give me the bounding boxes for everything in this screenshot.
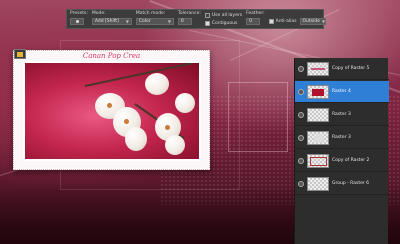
orchid-flower — [125, 127, 147, 151]
photo-card[interactable]: Canan Pop Crea — [13, 50, 210, 170]
layer-row[interactable]: Copy of Raster 2 — [295, 150, 389, 172]
wand-icon — [75, 20, 79, 23]
layer-thumbnail — [307, 153, 329, 168]
antialias-value: Outside — [302, 19, 320, 24]
mode-group: Mode: Add [Shift] ▼ — [91, 11, 132, 25]
mode-value: Add [Shift] — [94, 19, 119, 24]
visibility-eye-icon[interactable] — [298, 134, 304, 141]
presets-group: Presets: — [70, 11, 88, 25]
layer-name: Group - Raster 6 — [332, 181, 369, 186]
tolerance-group: Tolerance: 0 — [177, 11, 201, 25]
layer-thumbnail — [307, 107, 329, 122]
use-all-layers-label: Use all layers — [211, 13, 243, 18]
layer-row-selected[interactable]: Raster 4 — [295, 81, 389, 103]
layer-name: Copy of Raster 2 — [332, 158, 370, 163]
layer-thumbnail — [307, 130, 329, 145]
layer-name: Raster 3 — [332, 112, 351, 117]
visibility-eye-icon[interactable] — [298, 88, 304, 95]
image-icon — [14, 49, 26, 59]
feather-group: Feather: 0 — [246, 11, 265, 25]
orchid-photo — [23, 61, 201, 161]
layer-name: Raster 4 — [332, 89, 351, 94]
presets-label: Presets: — [70, 11, 88, 16]
match-mode-value: Color — [138, 19, 151, 24]
match-mode-select[interactable]: Color ▼ — [135, 18, 174, 25]
antialias-checkbox[interactable]: Anti-alias — [268, 18, 297, 25]
visibility-eye-icon[interactable] — [298, 111, 304, 118]
layer-thumbnail — [307, 61, 329, 76]
presets-dropdown[interactable] — [70, 18, 84, 25]
use-all-layers-checkbox[interactable]: Use all layers — [204, 12, 243, 19]
checkbox-checked-icon — [268, 19, 274, 24]
checkbox-checked-icon — [204, 21, 210, 26]
orchid-flower — [165, 135, 185, 155]
tolerance-value: 0 — [180, 19, 184, 24]
layer-thumbnail — [307, 176, 329, 191]
contiguous-label: Contiguous — [211, 21, 238, 26]
visibility-eye-icon[interactable] — [298, 65, 304, 72]
chevron-down-icon: ▼ — [125, 19, 129, 24]
antialias-group: Anti-alias Outside ▼ — [268, 18, 326, 25]
layer-options-group: Use all layers Contiguous — [204, 12, 243, 27]
orchid-flower — [145, 73, 169, 95]
layer-name: Raster 3 — [332, 135, 351, 140]
visibility-eye-icon[interactable] — [298, 157, 304, 164]
mode-select[interactable]: Add [Shift] ▼ — [91, 18, 132, 25]
visibility-eye-icon[interactable] — [298, 180, 304, 187]
checkbox-icon — [204, 13, 210, 18]
layer-row[interactable]: Raster 3 — [295, 104, 389, 126]
layers-panel: Copy of Raster 5 Raster 4 Raster 3 Raste… — [294, 58, 389, 244]
contiguous-checkbox[interactable]: Contiguous — [204, 20, 242, 27]
stem — [84, 63, 193, 87]
flower-center — [165, 125, 170, 130]
feather-label: Feather: — [246, 11, 265, 16]
tolerance-input[interactable]: 0 — [177, 18, 192, 25]
antialias-row: Anti-alias Outside ▼ — [268, 18, 326, 25]
orchid-flower — [175, 93, 195, 113]
feather-input[interactable]: 0 — [246, 18, 261, 25]
layer-row[interactable]: Group - Raster 6 — [295, 173, 389, 195]
layer-row[interactable]: Raster 3 — [295, 127, 389, 149]
antialias-select[interactable]: Outside ▼ — [299, 18, 326, 25]
match-mode-group: Match mode: Color ▼ — [135, 11, 174, 25]
feather-value: 0 — [249, 19, 252, 24]
flower-center — [124, 119, 129, 124]
tool-options-toolbar: Presets: Mode: Add [Shift] ▼ Match mode:… — [66, 9, 326, 29]
layer-row[interactable]: Copy of Raster 5 — [295, 58, 389, 80]
antialias-label: Anti-alias — [275, 19, 297, 24]
match-mode-label: Match mode: — [135, 11, 166, 16]
card-title: Canan Pop Crea — [82, 52, 141, 60]
layer-thumbnail — [307, 84, 329, 99]
flower-center — [107, 103, 112, 108]
tolerance-label: Tolerance: — [177, 11, 201, 16]
chevron-down-icon: ▼ — [321, 19, 326, 24]
mode-label: Mode: — [91, 11, 106, 16]
chevron-down-icon: ▼ — [167, 19, 171, 24]
layer-name: Copy of Raster 5 — [332, 66, 370, 71]
